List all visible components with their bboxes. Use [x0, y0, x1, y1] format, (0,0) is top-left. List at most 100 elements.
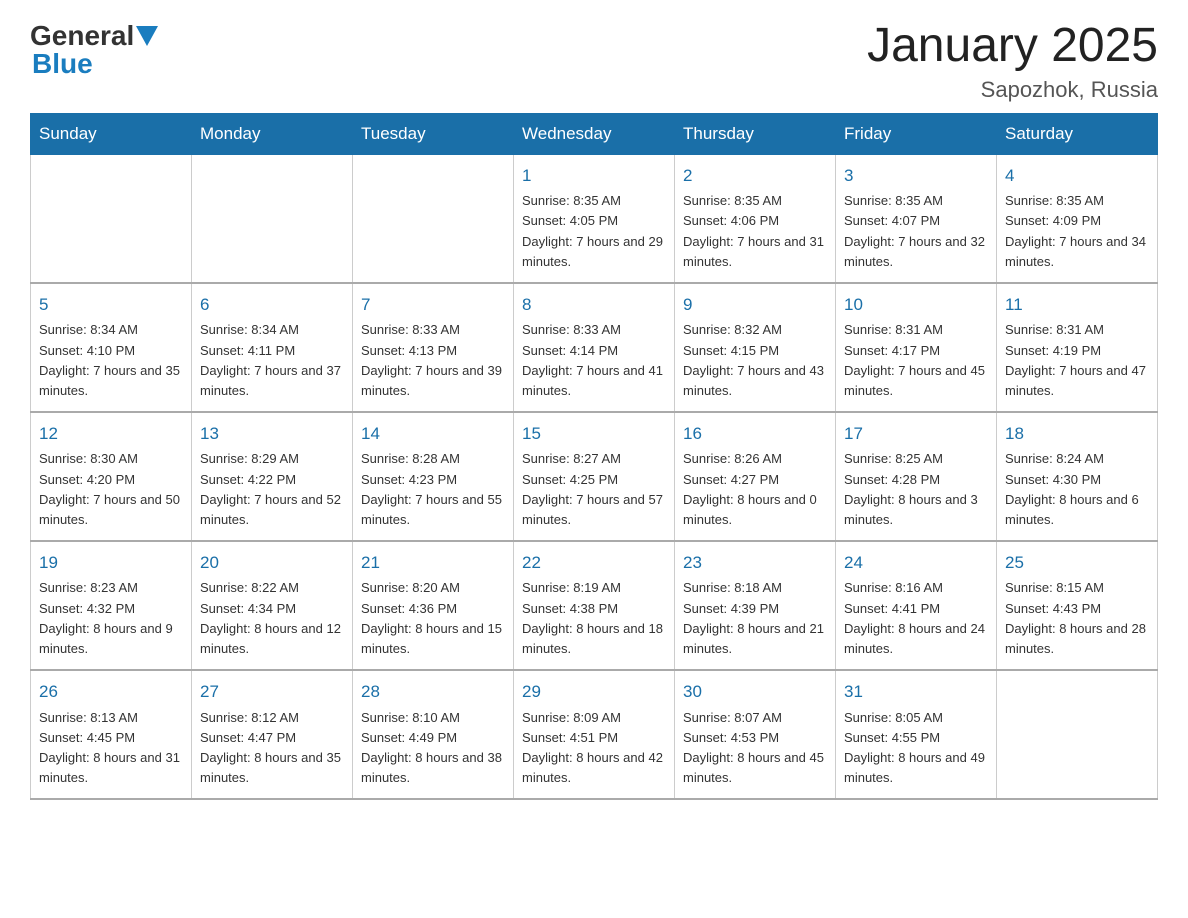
calendar-day-cell: 25Sunrise: 8:15 AM Sunset: 4:43 PM Dayli…	[997, 541, 1158, 670]
day-number: 22	[522, 550, 666, 576]
day-number: 11	[1005, 292, 1149, 318]
calendar-day-cell: 21Sunrise: 8:20 AM Sunset: 4:36 PM Dayli…	[353, 541, 514, 670]
calendar-week-row: 1Sunrise: 8:35 AM Sunset: 4:05 PM Daylig…	[31, 154, 1158, 283]
day-info: Sunrise: 8:19 AM Sunset: 4:38 PM Dayligh…	[522, 578, 666, 659]
calendar-day-cell: 5Sunrise: 8:34 AM Sunset: 4:10 PM Daylig…	[31, 283, 192, 412]
day-info: Sunrise: 8:35 AM Sunset: 4:07 PM Dayligh…	[844, 191, 988, 272]
calendar-day-cell: 7Sunrise: 8:33 AM Sunset: 4:13 PM Daylig…	[353, 283, 514, 412]
day-info: Sunrise: 8:35 AM Sunset: 4:09 PM Dayligh…	[1005, 191, 1149, 272]
calendar-day-cell: 15Sunrise: 8:27 AM Sunset: 4:25 PM Dayli…	[514, 412, 675, 541]
calendar-week-row: 26 Sunrise: 8:13 AM Sunset: 4:45 PM Dayli…	[31, 670, 1158, 799]
logo-triangle-icon	[136, 26, 158, 48]
calendar-day-cell: 26 Sunrise: 8:13 AM Sunset: 4:45 PM Dayli…	[31, 670, 192, 799]
col-header-thursday: Thursday	[675, 113, 836, 154]
day-info: Sunrise: 8:34 AM Sunset: 4:11 PM Dayligh…	[200, 320, 344, 401]
day-number: 3	[844, 163, 988, 189]
calendar-title: January 2025	[867, 20, 1158, 73]
day-number: 23	[683, 550, 827, 576]
calendar-day-cell: 2Sunrise: 8:35 AM Sunset: 4:06 PM Daylig…	[675, 154, 836, 283]
calendar-day-cell: 29 Sunrise: 8:09 AM Sunset: 4:51 PM Dayli…	[514, 670, 675, 799]
day-number: 24	[844, 550, 988, 576]
day-number: 2	[683, 163, 827, 189]
calendar-day-cell: 10Sunrise: 8:31 AM Sunset: 4:17 PM Dayli…	[836, 283, 997, 412]
day-number: 17	[844, 421, 988, 447]
day-number: 28	[361, 679, 505, 705]
day-info: Sunrise: 8:20 AM Sunset: 4:36 PM Dayligh…	[361, 578, 505, 659]
day-info: Sunrise: 8:33 AM Sunset: 4:14 PM Dayligh…	[522, 320, 666, 401]
day-info: Sunrise: 8:24 AM Sunset: 4:30 PM Dayligh…	[1005, 449, 1149, 530]
day-info: Sunrise: 8:22 AM Sunset: 4:34 PM Dayligh…	[200, 578, 344, 659]
calendar-day-cell: 23Sunrise: 8:18 AM Sunset: 4:39 PM Dayli…	[675, 541, 836, 670]
day-number: 7	[361, 292, 505, 318]
day-info: Sunrise: 8:35 AM Sunset: 4:05 PM Dayligh…	[522, 191, 666, 272]
calendar-day-cell: 3Sunrise: 8:35 AM Sunset: 4:07 PM Daylig…	[836, 154, 997, 283]
logo: General Blue	[30, 20, 158, 80]
title-section: January 2025 Sapozhok, Russia	[867, 20, 1158, 103]
day-number: 12	[39, 421, 183, 447]
calendar-day-cell: 13Sunrise: 8:29 AM Sunset: 4:22 PM Dayli…	[192, 412, 353, 541]
day-number: 10	[844, 292, 988, 318]
col-header-saturday: Saturday	[997, 113, 1158, 154]
day-info: Sunrise: 8:26 AM Sunset: 4:27 PM Dayligh…	[683, 449, 827, 530]
day-number: 5	[39, 292, 183, 318]
day-number: 16	[683, 421, 827, 447]
day-number: 13	[200, 421, 344, 447]
calendar-subtitle: Sapozhok, Russia	[867, 77, 1158, 103]
col-header-wednesday: Wednesday	[514, 113, 675, 154]
day-info: Sunrise: 8:10 AM Sunset: 4:49 PM Dayligh…	[361, 708, 505, 789]
day-info: Sunrise: 8:05 AM Sunset: 4:55 PM Dayligh…	[844, 708, 988, 789]
day-info: Sunrise: 8:18 AM Sunset: 4:39 PM Dayligh…	[683, 578, 827, 659]
day-number: 6	[200, 292, 344, 318]
day-info: Sunrise: 8:16 AM Sunset: 4:41 PM Dayligh…	[844, 578, 988, 659]
col-header-tuesday: Tuesday	[353, 113, 514, 154]
day-number: 26	[39, 679, 183, 705]
day-info: Sunrise: 8:09 AM Sunset: 4:51 PM Dayligh…	[522, 708, 666, 789]
calendar-day-cell	[31, 154, 192, 283]
calendar-day-cell: 12Sunrise: 8:30 AM Sunset: 4:20 PM Dayli…	[31, 412, 192, 541]
day-info: Sunrise: 8:25 AM Sunset: 4:28 PM Dayligh…	[844, 449, 988, 530]
day-number: 21	[361, 550, 505, 576]
day-info: Sunrise: 8:28 AM Sunset: 4:23 PM Dayligh…	[361, 449, 505, 530]
calendar-week-row: 19Sunrise: 8:23 AM Sunset: 4:32 PM Dayli…	[31, 541, 1158, 670]
page-header: General Blue January 2025 Sapozhok, Russ…	[30, 20, 1158, 103]
calendar-day-cell: 17Sunrise: 8:25 AM Sunset: 4:28 PM Dayli…	[836, 412, 997, 541]
day-info: Sunrise: 8:12 AM Sunset: 4:47 PM Dayligh…	[200, 708, 344, 789]
calendar-day-cell: 8Sunrise: 8:33 AM Sunset: 4:14 PM Daylig…	[514, 283, 675, 412]
day-info: Sunrise: 8:32 AM Sunset: 4:15 PM Dayligh…	[683, 320, 827, 401]
day-number: 1	[522, 163, 666, 189]
calendar-week-row: 5Sunrise: 8:34 AM Sunset: 4:10 PM Daylig…	[31, 283, 1158, 412]
day-info: Sunrise: 8:35 AM Sunset: 4:06 PM Dayligh…	[683, 191, 827, 272]
day-number: 15	[522, 421, 666, 447]
day-info: Sunrise: 8:13 AM Sunset: 4:45 PM Dayligh…	[39, 708, 183, 789]
day-number: 8	[522, 292, 666, 318]
day-info: Sunrise: 8:31 AM Sunset: 4:17 PM Dayligh…	[844, 320, 988, 401]
calendar-day-cell: 6Sunrise: 8:34 AM Sunset: 4:11 PM Daylig…	[192, 283, 353, 412]
calendar-day-cell	[353, 154, 514, 283]
calendar-day-cell: 30Sunrise: 8:07 AM Sunset: 4:53 PM Dayli…	[675, 670, 836, 799]
day-number: 30	[683, 679, 827, 705]
col-header-monday: Monday	[192, 113, 353, 154]
calendar-table: SundayMondayTuesdayWednesdayThursdayFrid…	[30, 113, 1158, 800]
calendar-day-cell: 4Sunrise: 8:35 AM Sunset: 4:09 PM Daylig…	[997, 154, 1158, 283]
day-info: Sunrise: 8:29 AM Sunset: 4:22 PM Dayligh…	[200, 449, 344, 530]
calendar-header-row: SundayMondayTuesdayWednesdayThursdayFrid…	[31, 113, 1158, 154]
calendar-week-row: 12Sunrise: 8:30 AM Sunset: 4:20 PM Dayli…	[31, 412, 1158, 541]
col-header-friday: Friday	[836, 113, 997, 154]
day-info: Sunrise: 8:34 AM Sunset: 4:10 PM Dayligh…	[39, 320, 183, 401]
calendar-day-cell: 31 Sunrise: 8:05 AM Sunset: 4:55 PM Dayli…	[836, 670, 997, 799]
day-number: 29	[522, 679, 666, 705]
day-info: Sunrise: 8:33 AM Sunset: 4:13 PM Dayligh…	[361, 320, 505, 401]
day-number: 20	[200, 550, 344, 576]
calendar-day-cell: 24Sunrise: 8:16 AM Sunset: 4:41 PM Dayli…	[836, 541, 997, 670]
day-number: 9	[683, 292, 827, 318]
calendar-day-cell	[192, 154, 353, 283]
day-number: 4	[1005, 163, 1149, 189]
day-number: 25	[1005, 550, 1149, 576]
day-number: 14	[361, 421, 505, 447]
day-number: 19	[39, 550, 183, 576]
day-number: 18	[1005, 421, 1149, 447]
day-info: Sunrise: 8:27 AM Sunset: 4:25 PM Dayligh…	[522, 449, 666, 530]
day-number: 31	[844, 679, 988, 705]
calendar-day-cell: 19Sunrise: 8:23 AM Sunset: 4:32 PM Dayli…	[31, 541, 192, 670]
calendar-day-cell: 20Sunrise: 8:22 AM Sunset: 4:34 PM Dayli…	[192, 541, 353, 670]
